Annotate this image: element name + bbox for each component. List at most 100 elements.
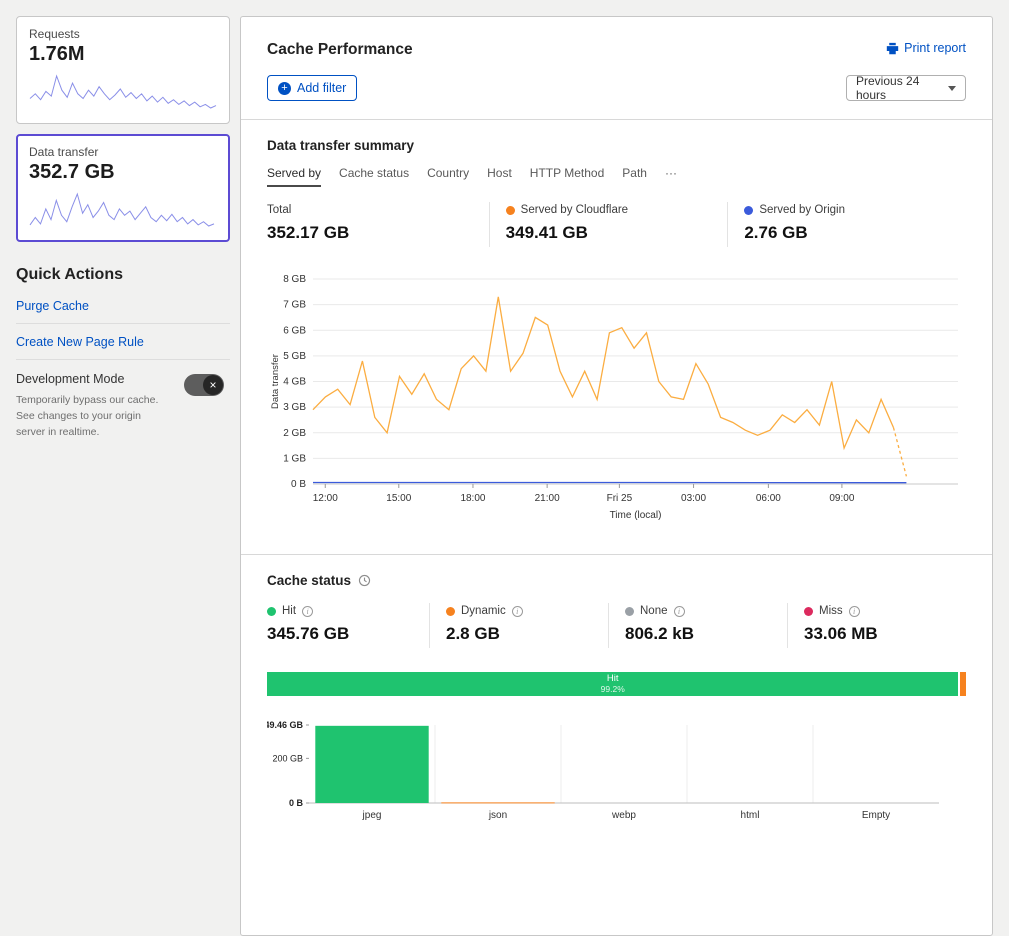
stat-origin-label: Served by Origin: [759, 204, 845, 216]
stat-hit-label: Hit: [282, 605, 296, 617]
svg-text:4 GB: 4 GB: [283, 377, 306, 388]
chevron-down-icon: [948, 86, 956, 91]
stat-total-value: 352.17 GB: [267, 223, 489, 243]
svg-text:Data transfer: Data transfer: [270, 354, 281, 409]
stat-total[interactable]: Total 352.17 GB: [267, 202, 489, 247]
development-mode-block: Development Mode Temporarily bypass our …: [16, 360, 230, 440]
time-range-value: Previous 24 hours: [856, 74, 948, 102]
svg-text:html: html: [741, 810, 760, 821]
purge-cache-link[interactable]: Purge Cache: [16, 288, 230, 324]
stat-served-by-cloudflare[interactable]: Served by Cloudflare 349.41 GB: [489, 202, 728, 247]
svg-text:18:00: 18:00: [460, 493, 485, 504]
miss-legend-dot: [804, 607, 813, 616]
svg-text:21:00: 21:00: [535, 493, 560, 504]
stat-hit[interactable]: Hit 345.76 GB: [267, 603, 429, 648]
requests-value: 1.76M: [29, 43, 217, 66]
development-mode-toggle[interactable]: [184, 374, 224, 396]
toggle-off-icon: [203, 375, 223, 395]
stat-dynamic[interactable]: Dynamic 2.8 GB: [429, 603, 608, 648]
svg-text:Empty: Empty: [862, 810, 890, 821]
none-legend-dot: [625, 607, 634, 616]
hit-info-icon[interactable]: [302, 606, 313, 617]
tab-path[interactable]: Path: [622, 166, 647, 187]
svg-text:Fri 25: Fri 25: [607, 493, 633, 504]
analytics-sidebar: Requests 1.76M Data transfer 352.7 GB Qu…: [16, 16, 230, 440]
svg-text:2 GB: 2 GB: [283, 428, 306, 439]
svg-text:0 B: 0 B: [291, 479, 306, 490]
plus-icon: [278, 82, 291, 95]
data-transfer-time-series-chart: 8 GB7 GB6 GB5 GB4 GB3 GB2 GB1 GB0 B12:00…: [267, 271, 970, 523]
printer-icon: [886, 42, 899, 55]
cloudflare-legend-dot: [506, 206, 515, 215]
requests-sparkline-chart: [29, 70, 217, 112]
svg-text:09:00: 09:00: [829, 493, 854, 504]
requests-label: Requests: [29, 27, 217, 41]
cache-performance-panel: Cache Performance Print report Add filte…: [240, 16, 993, 936]
svg-text:12:00: 12:00: [313, 493, 338, 504]
svg-text:6 GB: 6 GB: [283, 325, 306, 336]
cache-status-title: Cache status: [267, 573, 351, 588]
stat-miss-label: Miss: [819, 605, 843, 617]
stat-cloudflare-label: Served by Cloudflare: [521, 204, 628, 216]
svg-text:3 GB: 3 GB: [283, 402, 306, 413]
tab-host[interactable]: Host: [487, 166, 512, 187]
filter-row: Add filter Previous 24 hours: [241, 59, 992, 119]
cache-status-distribution-bar: Hit99.2%: [267, 672, 966, 696]
data-transfer-summary-section: Data transfer summary Served by Cache st…: [241, 119, 992, 554]
cache-status-stats: Hit 345.76 GB Dynamic 2.8 GB None: [267, 603, 966, 648]
add-filter-label: Add filter: [297, 81, 346, 95]
none-info-icon[interactable]: [674, 606, 685, 617]
tab-served-by[interactable]: Served by: [267, 166, 321, 187]
stat-hit-value: 345.76 GB: [267, 624, 429, 644]
stat-none-value: 806.2 kB: [625, 624, 787, 644]
cache-status-section: Cache status Hit 345.76 GB Dynamic: [241, 554, 992, 853]
print-report-label: Print report: [904, 41, 966, 55]
data-transfer-summary-title: Data transfer summary: [267, 138, 966, 153]
stat-dynamic-label: Dynamic: [461, 605, 506, 617]
page-title: Cache Performance: [267, 41, 413, 59]
svg-text:0 B: 0 B: [289, 798, 304, 808]
stat-none-label: None: [640, 605, 668, 617]
content-type-chart-wrap: 349.46 GB200 GB0 BjpegjsonwebphtmlEmpty: [267, 720, 966, 827]
add-filter-button[interactable]: Add filter: [267, 75, 357, 101]
svg-text:15:00: 15:00: [386, 493, 411, 504]
stat-none[interactable]: None 806.2 kB: [608, 603, 787, 648]
svg-text:7 GB: 7 GB: [283, 300, 306, 311]
dynamic-info-icon[interactable]: [512, 606, 523, 617]
dynamic-legend-dot: [446, 607, 455, 616]
requests-card[interactable]: Requests 1.76M: [16, 16, 230, 124]
print-report-button[interactable]: Print report: [886, 41, 966, 55]
tab-country[interactable]: Country: [427, 166, 469, 187]
svg-text:json: json: [488, 810, 507, 821]
development-mode-description: Temporarily bypass our cache. See change…: [16, 393, 168, 440]
quick-actions-title: Quick Actions: [16, 266, 230, 284]
segment-hit[interactable]: Hit99.2%: [267, 672, 958, 696]
data-transfer-sparkline-chart: [29, 188, 215, 230]
stat-miss-value: 33.06 MB: [804, 624, 966, 644]
stat-cloudflare-value: 349.41 GB: [506, 223, 728, 243]
clock-icon: [358, 574, 371, 587]
create-page-rule-link[interactable]: Create New Page Rule: [16, 324, 230, 360]
tab-more[interactable]: ···: [665, 166, 677, 187]
svg-text:8 GB: 8 GB: [283, 274, 306, 285]
time-range-select[interactable]: Previous 24 hours: [846, 75, 966, 101]
breakdown-tabs: Served by Cache status Country Host HTTP…: [267, 166, 966, 187]
panel-header: Cache Performance Print report: [241, 17, 992, 59]
stat-dynamic-value: 2.8 GB: [446, 624, 608, 644]
tab-http-method[interactable]: HTTP Method: [530, 166, 604, 187]
svg-text:06:00: 06:00: [756, 493, 781, 504]
tab-cache-status[interactable]: Cache status: [339, 166, 409, 187]
stat-served-by-origin[interactable]: Served by Origin 2.76 GB: [727, 202, 966, 247]
data-transfer-card[interactable]: Data transfer 352.7 GB: [16, 134, 230, 242]
svg-text:jpeg: jpeg: [362, 810, 382, 821]
svg-text:5 GB: 5 GB: [283, 351, 306, 362]
cache-status-by-content-type-chart: 349.46 GB200 GB0 BjpegjsonwebphtmlEmpty: [267, 720, 970, 822]
data-transfer-chart-wrap: 8 GB7 GB6 GB5 GB4 GB3 GB2 GB1 GB0 B12:00…: [267, 271, 966, 528]
stat-miss[interactable]: Miss 33.06 MB: [787, 603, 966, 648]
segment-dynamic[interactable]: [960, 672, 966, 696]
stat-total-label: Total: [267, 204, 291, 216]
miss-info-icon[interactable]: [849, 606, 860, 617]
hit-legend-dot: [267, 607, 276, 616]
origin-legend-dot: [744, 206, 753, 215]
data-transfer-stats: Total 352.17 GB Served by Cloudflare 349…: [267, 202, 966, 247]
